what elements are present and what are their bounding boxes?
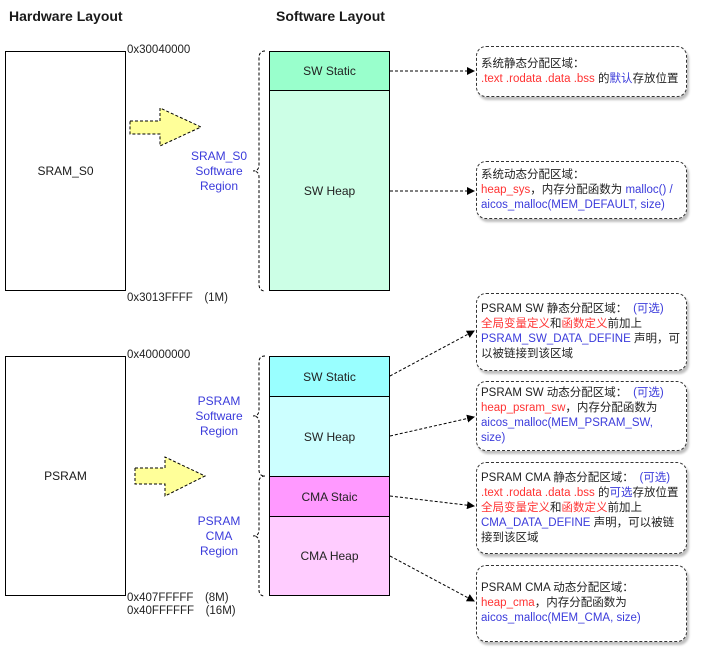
note-line: PSRAM SW 静态分配区域： (可选) xyxy=(481,303,664,315)
psram-label: PSRAM xyxy=(44,469,87,483)
psram-cma-region-label: PSRAM CMA Region xyxy=(186,514,252,559)
note-line: 系统静态分配区域： xyxy=(481,57,585,70)
region-label-line: PSRAM xyxy=(197,394,241,408)
note-line: CMA_DATA_DEFINE 声明，可以被链 xyxy=(481,516,675,529)
connector-psram-cma-heap xyxy=(389,555,475,602)
note-line: aicos_malloc(MEM_CMA, size) xyxy=(481,612,641,624)
note-line: aicos_malloc(MEM_PSRAM_SW, xyxy=(481,417,653,429)
region-label-line: CMA xyxy=(205,529,233,543)
note-line: 全局变量定义和函数定义前加上 xyxy=(481,318,642,330)
note-line: PSRAM_SW_DATA_DEFINE 声明，可 xyxy=(481,333,680,345)
psram-cma-region-brace xyxy=(252,475,266,597)
region-label-line: SRAM_S0 xyxy=(190,149,248,163)
note-line: 接到该区域 xyxy=(481,531,539,544)
sram-software-region-label: SRAM_S0 Software Region xyxy=(186,149,252,194)
block-label: SW Heap xyxy=(303,183,356,198)
block-label: SW Static xyxy=(303,369,356,384)
block-label: SW Static xyxy=(303,64,356,78)
psram-cma-static-block: CMA Staic xyxy=(269,476,390,517)
note-line: 全局变量定义和函数定义前加上 xyxy=(481,501,642,514)
connector-psram-sw-heap xyxy=(389,414,475,437)
note-line: size) xyxy=(481,432,506,444)
note-line: heap_sys，内存分配函数为 malloc() / xyxy=(481,183,673,196)
region-label-line: Region xyxy=(199,544,239,558)
software-layout-heading: Software Layout xyxy=(276,8,385,24)
note-line: .text .rodata .data .bss 的默认存放位置 xyxy=(481,72,679,85)
note-line: heap_cma，内存分配函数为 xyxy=(481,597,627,609)
note-line: heap_psram_sw，内存分配函数为 xyxy=(481,402,658,414)
block-label: CMA Staic xyxy=(301,489,358,504)
region-label-line: Software xyxy=(195,164,243,178)
note-line: aicos_malloc(MEM_DEFAULT, size) xyxy=(481,198,665,211)
note-psram-sw-heap: PSRAM SW 动态分配区域： (可选) heap_psram_sw，内存分配… xyxy=(476,381,687,451)
psram-start-address: 0x40000000 xyxy=(127,349,191,361)
region-label-line: Region xyxy=(199,179,239,193)
region-label-line: Software xyxy=(195,409,243,423)
note-psram-cma-heap: PSRAM CMA 动态分配区域： heap_cma，内存分配函数为 aicos… xyxy=(476,565,687,642)
sram-sw-heap-block: SW Heap xyxy=(269,90,390,291)
note-line: PSRAM CMA 动态分配区域： xyxy=(481,582,634,594)
psram-sw-static-block: SW Static xyxy=(269,356,390,397)
block-label: CMA Heap xyxy=(300,549,359,563)
connector-psram-sw-static xyxy=(389,330,475,377)
psram-software-region-label: PSRAM Software Region xyxy=(186,394,252,439)
block-label: SW Heap xyxy=(303,429,356,444)
note-psram-cma-static: PSRAM CMA 静态分配区域： (可选) .text .rodata .da… xyxy=(476,462,687,554)
sram-region-brace xyxy=(252,50,266,292)
note-psram-sw-static: PSRAM SW 静态分配区域： (可选) 全局变量定义和函数定义前加上 PSR… xyxy=(476,293,687,371)
connector-psram-cma-static xyxy=(389,495,475,510)
region-label-line: Region xyxy=(199,424,239,438)
hardware-layout-heading: Hardware Layout xyxy=(9,8,123,24)
mapping-arrow-icon xyxy=(129,107,203,147)
note-system-static: 系统静态分配区域： .text .rodata .data .bss 的默认存放… xyxy=(476,46,687,97)
psram-sw-heap-block: SW Heap xyxy=(269,396,390,477)
psram-end-address-16m: 0x40FFFFFF (16M) xyxy=(127,605,236,617)
note-line: 系统动态分配区域： xyxy=(481,168,585,181)
sram-s0-label: SRAM_S0 xyxy=(37,164,94,178)
mapping-arrow-icon xyxy=(134,456,207,497)
note-line: PSRAM CMA 静态分配区域： (可选) xyxy=(481,471,671,484)
note-line: .text .rodata .data .bss 的可选存放位置 xyxy=(481,486,679,499)
sram-sw-static-block: SW Static xyxy=(269,51,390,91)
psram-hardware-block: PSRAM xyxy=(5,356,126,596)
sram-end-address: 0x3013FFFF (1M) xyxy=(127,292,228,304)
region-label-line: PSRAM xyxy=(197,514,241,528)
sram-start-address: 0x30040000 xyxy=(127,44,191,56)
psram-cma-heap-block: CMA Heap xyxy=(269,516,390,596)
note-line: 以被链接到该区域 xyxy=(481,348,573,360)
note-line: PSRAM SW 动态分配区域： (可选) xyxy=(481,387,664,399)
sram-s0-hardware-block: SRAM_S0 xyxy=(5,51,126,291)
psram-sw-region-brace xyxy=(252,355,266,477)
note-system-heap: 系统动态分配区域： heap_sys，内存分配函数为 malloc() / ai… xyxy=(476,161,687,219)
